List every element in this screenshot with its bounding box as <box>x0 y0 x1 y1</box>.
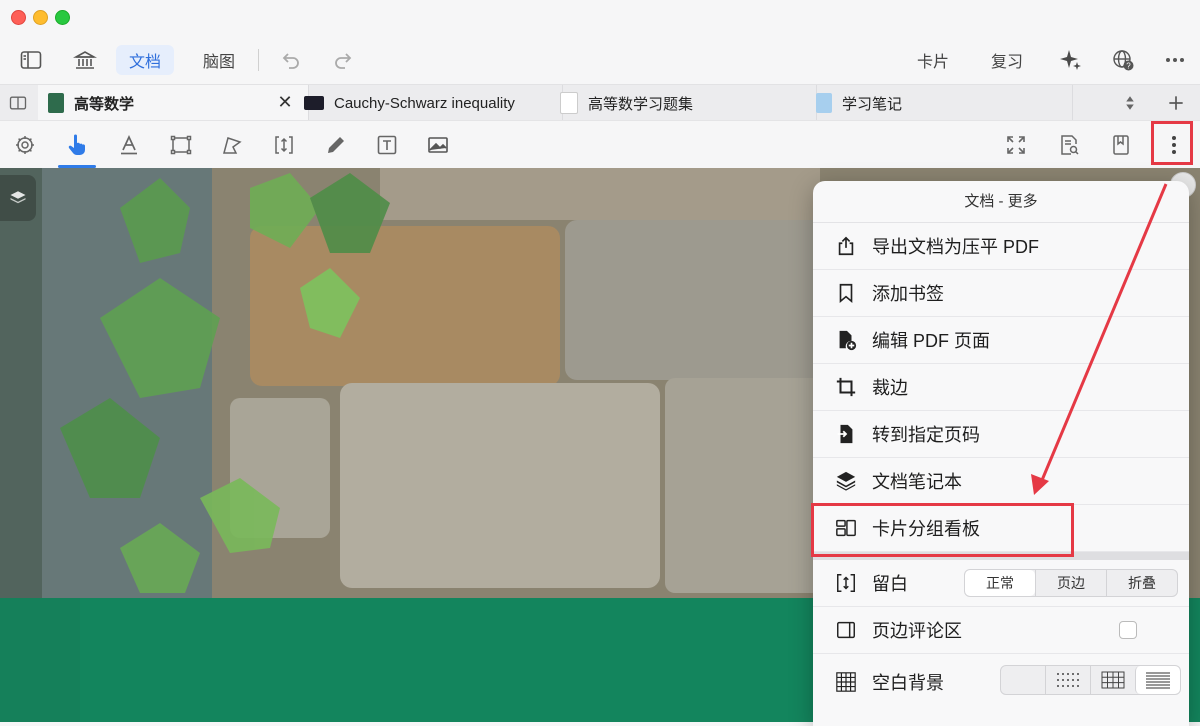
undo-icon[interactable] <box>274 44 308 76</box>
margin-option-page-edge[interactable]: 页边 <box>1035 570 1106 596</box>
resize-margin-icon[interactable] <box>270 131 298 159</box>
menu-item-blank-background: 空白背景 <box>813 654 1189 710</box>
menu-item-label: 裁边 <box>872 378 908 398</box>
menu-item-label: 导出文档为压平 PDF <box>872 237 1040 257</box>
tab-exercises[interactable]: 高等数学习题集 <box>556 85 817 121</box>
fullscreen-icon[interactable] <box>1002 131 1030 159</box>
bg-option-grid-icon[interactable] <box>1090 666 1135 694</box>
menu-item-label: 添加书签 <box>872 284 944 304</box>
margin-resize-icon <box>833 570 859 596</box>
menu-item-doc-notebook[interactable]: 文档笔记本 <box>813 458 1189 505</box>
margin-segmented-control: 正常 页边 折叠 <box>964 569 1178 597</box>
document-more-menu: 文档 - 更多 导出文档为压平 PDF 添加书签 编辑 PDF 页面 裁边 转到… <box>813 181 1189 726</box>
tab-label: 高等数学 <box>74 95 135 113</box>
cards-button[interactable]: 卡片 <box>904 45 962 75</box>
close-window-button[interactable] <box>11 10 26 25</box>
title-bar <box>0 0 1200 36</box>
share-icon <box>833 233 859 259</box>
library-icon[interactable] <box>68 44 102 76</box>
lasso-select-icon[interactable] <box>218 131 246 159</box>
tab-label: Cauchy-Schwarz inequality <box>334 94 515 112</box>
close-tab-icon[interactable]: ✕ <box>276 93 294 111</box>
tab-sort-icon[interactable] <box>1118 91 1142 115</box>
bg-option-blank-icon[interactable] <box>1001 666 1045 694</box>
new-tab-icon[interactable] <box>1164 91 1188 115</box>
menu-item-edit-pdf-pages[interactable]: 编辑 PDF 页面 <box>813 317 1189 364</box>
crop-icon <box>833 374 859 400</box>
redo-icon[interactable] <box>326 44 360 76</box>
menu-item-label: 留白 <box>872 574 908 594</box>
toolbar-divider <box>258 49 259 71</box>
menu-item-goto-page[interactable]: 转到指定页码 <box>813 411 1189 458</box>
document-toolbar <box>0 120 1200 169</box>
menu-item-label: 页边评论区 <box>872 621 962 641</box>
grid-icon <box>833 669 859 695</box>
text-highlight-icon[interactable] <box>115 131 143 159</box>
side-panel-icon <box>833 617 859 643</box>
margin-option-fold[interactable]: 折叠 <box>1106 570 1177 596</box>
layers-icon <box>833 468 859 494</box>
menu-item-crop[interactable]: 裁边 <box>813 364 1189 411</box>
tab-document-mode[interactable]: 文档 <box>116 45 175 75</box>
tab-mindmap-mode[interactable]: 脑图 <box>190 45 248 75</box>
image-icon[interactable] <box>424 131 452 159</box>
web-thumbnail-icon <box>304 96 324 110</box>
menu-item-add-bookmark[interactable]: 添加书签 <box>813 270 1189 317</box>
minimize-window-button[interactable] <box>33 10 48 25</box>
zoom-window-button[interactable] <box>55 10 70 25</box>
document-tab-bar: 高等数学 ✕ Cauchy-Schwarz inequality 高等数学习题集… <box>0 84 1200 121</box>
text-box-icon[interactable] <box>373 131 401 159</box>
bookmark-list-icon[interactable] <box>1107 131 1135 159</box>
main-toolbar: 文档 脑图 卡片 复习 ? <box>0 36 1200 84</box>
svg-text:?: ? <box>1126 62 1131 71</box>
notebook-thumbnail-icon <box>816 93 832 113</box>
search-document-icon[interactable] <box>1055 131 1083 159</box>
split-view-icon[interactable] <box>6 91 30 115</box>
menu-item-export-flattened-pdf[interactable]: 导出文档为压平 PDF <box>813 223 1189 270</box>
menu-item-comment-area[interactable]: 页边评论区 <box>813 607 1189 654</box>
tab-label: 学习笔记 <box>842 95 903 113</box>
tab-gaodeng-shuxue[interactable]: 高等数学 <box>38 85 309 121</box>
hand-pointer-icon[interactable] <box>63 131 91 159</box>
tab-cauchy-schwarz[interactable]: Cauchy-Schwarz inequality <box>298 85 563 121</box>
pencil-icon[interactable] <box>322 131 350 159</box>
margin-option-normal[interactable]: 正常 <box>965 570 1035 596</box>
menu-item-label: 转到指定页码 <box>872 425 980 445</box>
review-button[interactable]: 复习 <box>978 45 1036 75</box>
book-cover-icon <box>48 93 64 113</box>
layers-toggle-icon[interactable] <box>0 175 36 221</box>
menu-item-label: 空白背景 <box>872 673 944 693</box>
card-board-highlight <box>811 503 1074 557</box>
document-thumbnail-icon <box>560 92 578 114</box>
goto-page-icon <box>833 421 859 447</box>
bg-option-dots-icon[interactable] <box>1045 666 1090 694</box>
bookmark-icon <box>833 280 859 306</box>
background-style-control <box>1000 665 1181 695</box>
comment-area-checkbox[interactable] <box>1119 621 1137 639</box>
more-options-icon[interactable] <box>1158 44 1192 76</box>
menu-item-margin: 留白 正常 页边 折叠 <box>813 560 1189 607</box>
tab-label: 高等数学习题集 <box>588 95 694 113</box>
bg-option-lines-icon[interactable] <box>1135 666 1180 694</box>
rectangle-select-icon[interactable] <box>167 131 195 159</box>
web-help-icon[interactable]: ? <box>1106 44 1140 76</box>
menu-title: 文档 - 更多 <box>813 181 1189 223</box>
settings-sync-icon[interactable] <box>11 131 39 159</box>
menu-item-label: 编辑 PDF 页面 <box>872 331 991 351</box>
tab-study-notes[interactable]: 学习笔记 <box>812 85 1073 121</box>
sidebar-toggle-icon[interactable] <box>14 44 48 76</box>
file-plus-icon <box>833 327 859 353</box>
ai-sparkle-icon[interactable] <box>1054 44 1088 76</box>
menu-item-label: 文档笔记本 <box>872 472 962 492</box>
more-button-highlight <box>1151 121 1193 165</box>
